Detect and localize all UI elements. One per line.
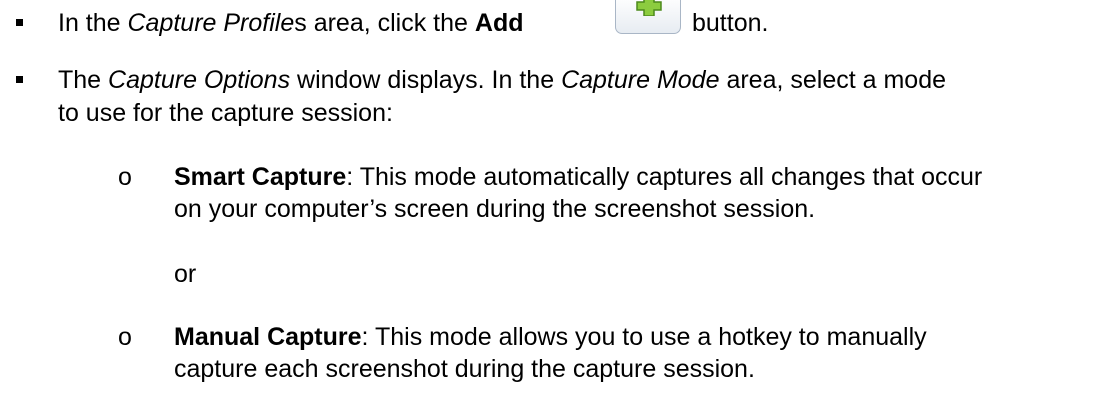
- smart-capture-line-2: on your computer’s screen during the scr…: [174, 195, 816, 223]
- step-2-line-2: to use for the capture session:: [58, 99, 393, 127]
- option-marker: o: [118, 163, 132, 191]
- step-1-suffix: button.: [692, 9, 769, 37]
- or-text: or: [174, 260, 197, 288]
- option-marker: o: [118, 323, 132, 351]
- bullet-marker: [16, 76, 23, 83]
- add-label: Add: [474, 9, 524, 37]
- step-1-text: In the Capture Profiles area, click the …: [58, 9, 524, 37]
- plus-icon: [636, 0, 662, 16]
- capture-mode-label: Capture Mode: [561, 66, 720, 94]
- manual-capture-line-2: capture each screenshot during the captu…: [174, 355, 755, 383]
- bullet-marker: [16, 19, 23, 26]
- add-button[interactable]: [615, 0, 681, 34]
- capture-options-label: Capture Options: [108, 66, 291, 94]
- capture-profiles-label: Capture Profile: [127, 9, 295, 37]
- smart-capture-title: Smart Capture: [174, 163, 347, 191]
- manual-capture-title: Manual Capture: [174, 323, 362, 351]
- step-2-line-1: The Capture Options window displays. In …: [58, 66, 947, 94]
- smart-capture-line-1: Smart Capture: This mode automatically c…: [174, 163, 983, 191]
- manual-capture-line-1: Manual Capture: This mode allows you to …: [174, 323, 927, 351]
